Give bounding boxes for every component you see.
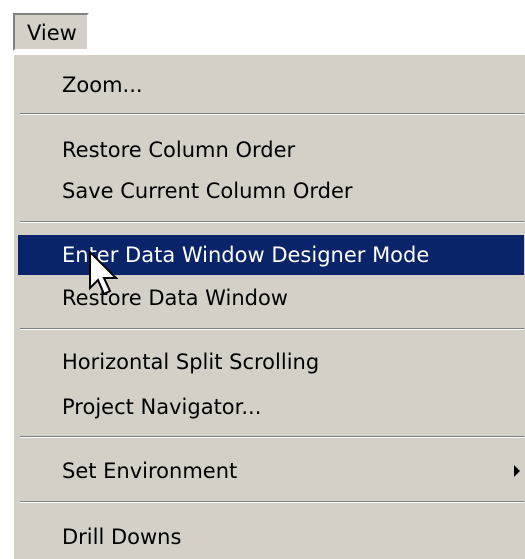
view-dropdown-menu: Zoom... Restore Column Order Save Curren…	[12, 53, 525, 559]
menu-item-restore-column-order[interactable]: Restore Column Order	[18, 130, 524, 170]
menu-item-label: Enter Data Window Designer Mode	[62, 243, 430, 267]
menu-separator	[20, 436, 524, 438]
menu-item-set-environment[interactable]: Set Environment	[18, 451, 524, 491]
menu-item-restore-data-window[interactable]: Restore Data Window	[18, 278, 524, 318]
menu-item-label: Restore Data Window	[62, 286, 288, 310]
menu-item-label: Drill Downs	[62, 525, 182, 549]
menu-item-label: Project Navigator...	[62, 395, 262, 419]
menu-item-horizontal-split-scrolling[interactable]: Horizontal Split Scrolling	[18, 342, 524, 382]
chevron-right-icon	[514, 465, 520, 477]
menu-item-label: Horizontal Split Scrolling	[62, 350, 320, 374]
menu-item-label: Save Current Column Order	[62, 179, 353, 203]
menu-separator	[20, 221, 524, 223]
menu-item-label: Set Environment	[62, 459, 238, 483]
menu-view-button[interactable]: View	[13, 13, 89, 51]
menu-item-label: Restore Column Order	[62, 138, 296, 162]
menu-view-label: View	[27, 21, 77, 45]
menu-item-label: Zoom...	[62, 73, 143, 97]
menu-separator	[20, 328, 524, 330]
menu-item-zoom[interactable]: Zoom...	[18, 65, 524, 105]
menu-separator	[20, 501, 524, 503]
menu-item-drill-downs[interactable]: Drill Downs	[18, 517, 524, 557]
menu-separator	[20, 113, 524, 115]
screen: View Zoom... Restore Column Order Save C…	[0, 0, 525, 559]
menu-item-enter-data-window-designer-mode[interactable]: Enter Data Window Designer Mode	[18, 235, 524, 275]
menu-item-project-navigator[interactable]: Project Navigator...	[18, 387, 524, 427]
menu-item-save-current-column-order[interactable]: Save Current Column Order	[18, 171, 524, 211]
